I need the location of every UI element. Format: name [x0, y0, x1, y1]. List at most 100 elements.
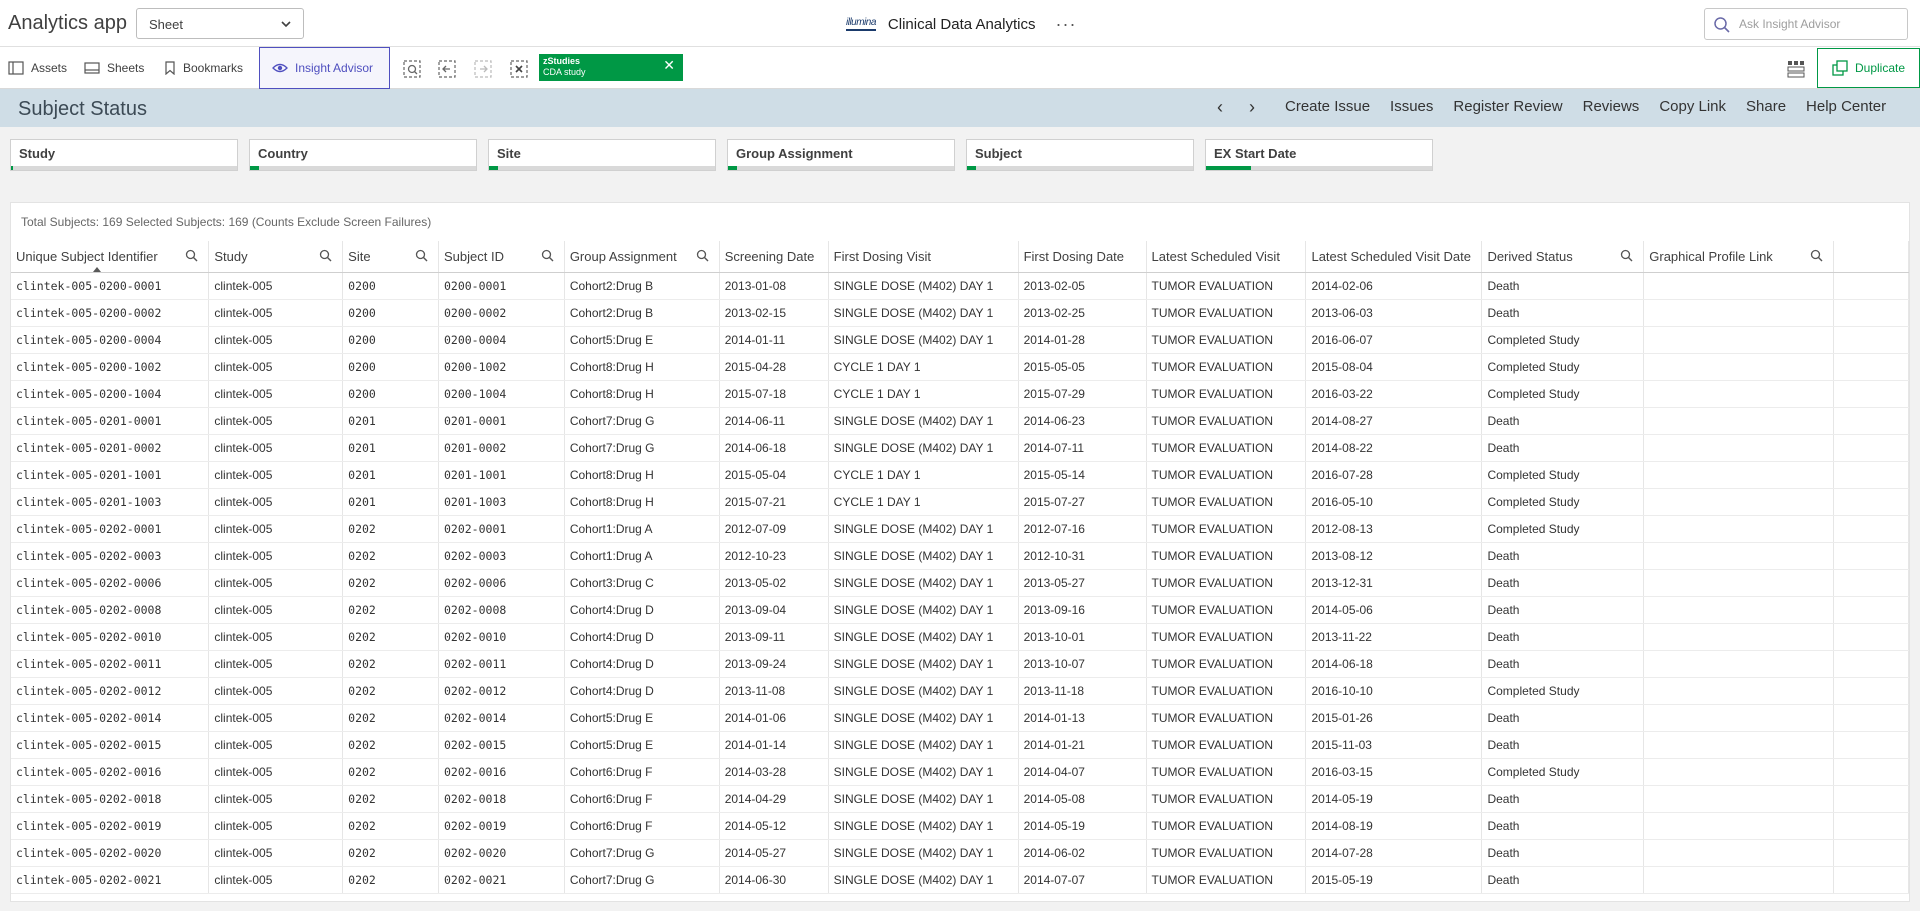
table-cell[interactable]: SINGLE DOSE (M402) DAY 1	[828, 326, 1019, 354]
table-cell[interactable]: 2014-07-07	[1018, 866, 1147, 894]
table-cell[interactable]: 2013-09-16	[1018, 596, 1147, 624]
table-cell[interactable]	[1643, 542, 1835, 570]
table-cell[interactable]: 2014-01-21	[1018, 731, 1147, 759]
table-cell[interactable]: TUMOR EVALUATION	[1146, 326, 1307, 354]
table-cell[interactable]: 2016-06-07	[1305, 326, 1483, 354]
table-cell[interactable]: 0202	[342, 542, 439, 570]
table-cell[interactable]: SINGLE DOSE (M402) DAY 1	[828, 407, 1019, 435]
table-cell[interactable]: Cohort2:Drug B	[564, 272, 720, 300]
reviews-link[interactable]: Reviews	[1583, 98, 1640, 115]
issues-link[interactable]: Issues	[1390, 98, 1433, 115]
table-cell[interactable]: 0201	[342, 434, 439, 462]
table-cell[interactable]: 0200	[342, 272, 439, 300]
table-cell[interactable]: 2015-05-19	[1305, 866, 1483, 894]
table-cell[interactable]: 2015-11-03	[1305, 731, 1483, 759]
table-cell[interactable]: 0202-0019	[438, 812, 565, 840]
table-cell[interactable]: 2014-07-28	[1305, 839, 1483, 867]
filter-ex-start-date[interactable]: EX Start Date	[1205, 139, 1433, 171]
table-cell[interactable]: CYCLE 1 DAY 1	[828, 488, 1019, 516]
table-row[interactable]: clintek-005-0201-1001 clintek-005 0201 0201…	[11, 461, 1909, 489]
table-row[interactable]: clintek-005-0200-1002 clintek-005 0200 0200…	[11, 353, 1909, 381]
table-cell[interactable]: 2012-10-23	[719, 542, 829, 570]
smart-search-icon[interactable]	[402, 59, 422, 79]
table-cell[interactable]	[1643, 272, 1835, 300]
table-cell[interactable]: SINGLE DOSE (M402) DAY 1	[828, 542, 1019, 570]
table-cell[interactable]: Cohort7:Drug G	[564, 434, 720, 462]
table-cell[interactable]: Death	[1481, 596, 1645, 624]
table-cell[interactable]: 2016-07-28	[1305, 461, 1483, 489]
table-cell[interactable]	[1643, 299, 1835, 327]
table-cell[interactable]: 0200-1004	[438, 380, 565, 408]
table-cell[interactable]: 2015-07-27	[1018, 488, 1147, 516]
selection-chip[interactable]: zStudies CDA study ✕	[539, 54, 683, 81]
table-cell[interactable]: 2015-05-14	[1018, 461, 1147, 489]
table-cell[interactable]: clintek-005-0202-0016	[11, 758, 210, 786]
table-cell[interactable]: clintek-005-0202-0019	[11, 812, 210, 840]
table-cell[interactable]: 2014-05-12	[719, 812, 829, 840]
table-cell[interactable]: Completed Study	[1481, 380, 1645, 408]
table-cell[interactable]: Death	[1481, 731, 1645, 759]
table-cell[interactable]: 2013-02-05	[1018, 272, 1147, 300]
app-title[interactable]: Analytics app	[8, 12, 127, 35]
table-cell[interactable]: clintek-005	[208, 596, 344, 624]
table-cell[interactable]: clintek-005-0202-0008	[11, 596, 210, 624]
table-cell[interactable]: 2013-01-08	[719, 272, 829, 300]
table-cell[interactable]: 0200	[342, 326, 439, 354]
table-cell[interactable]: 2012-07-09	[719, 515, 829, 543]
table-cell[interactable]: 2014-05-19	[1305, 785, 1483, 813]
filter-site[interactable]: Site	[488, 139, 716, 171]
table-cell[interactable]: 2015-08-04	[1305, 353, 1483, 381]
table-cell[interactable]: clintek-005-0202-0001	[11, 515, 210, 543]
table-cell[interactable]: TUMOR EVALUATION	[1146, 380, 1307, 408]
table-cell[interactable]: clintek-005	[208, 677, 344, 705]
table-cell[interactable]: Completed Study	[1481, 461, 1645, 489]
table-row[interactable]: clintek-005-0202-0010 clintek-005 0202 0202…	[11, 623, 1909, 651]
search-icon[interactable]	[696, 249, 709, 262]
column-header[interactable]: Unique Subject Identifier	[11, 241, 210, 273]
table-cell[interactable]: 2014-06-23	[1018, 407, 1147, 435]
table-row[interactable]: clintek-005-0202-0020 clintek-005 0202 0202…	[11, 839, 1909, 867]
table-cell[interactable]: clintek-005-0202-0011	[11, 650, 210, 678]
duplicate-button[interactable]: Duplicate	[1817, 48, 1920, 88]
table-cell[interactable]: 2014-08-19	[1305, 812, 1483, 840]
table-cell[interactable]: clintek-005	[208, 272, 344, 300]
more-options-icon[interactable]: ···	[1055, 14, 1076, 35]
search-icon[interactable]	[415, 249, 428, 262]
table-cell[interactable]: Cohort7:Drug G	[564, 407, 720, 435]
table-cell[interactable]: 2015-01-26	[1305, 704, 1483, 732]
table-cell[interactable]	[1643, 677, 1835, 705]
table-cell[interactable]: 2013-08-12	[1305, 542, 1483, 570]
table-cell[interactable]: TUMOR EVALUATION	[1146, 353, 1307, 381]
chevron-right-icon[interactable]: ›	[1249, 97, 1263, 117]
table-cell[interactable]: 0200	[342, 299, 439, 327]
table-cell[interactable]: Death	[1481, 272, 1645, 300]
table-cell[interactable]: 0202	[342, 623, 439, 651]
table-cell[interactable]	[1643, 434, 1835, 462]
table-cell[interactable]: clintek-005-0202-0014	[11, 704, 210, 732]
table-cell[interactable]: TUMOR EVALUATION	[1146, 515, 1307, 543]
table-cell[interactable]: 2016-03-15	[1305, 758, 1483, 786]
table-cell[interactable]: clintek-005	[208, 731, 344, 759]
table-cell[interactable]: clintek-005-0202-0010	[11, 623, 210, 651]
table-cell[interactable]: SINGLE DOSE (M402) DAY 1	[828, 758, 1019, 786]
insight-advisor-search[interactable]	[1704, 8, 1908, 40]
filter-country[interactable]: Country	[249, 139, 477, 171]
table-cell[interactable]: clintek-005-0201-0001	[11, 407, 210, 435]
clear-selections-icon[interactable]	[509, 59, 529, 79]
table-cell[interactable]	[1643, 461, 1835, 489]
table-cell[interactable]: TUMOR EVALUATION	[1146, 272, 1307, 300]
table-cell[interactable]: CYCLE 1 DAY 1	[828, 380, 1019, 408]
table-cell[interactable]: clintek-005-0200-0004	[11, 326, 210, 354]
table-cell[interactable]: 2014-05-06	[1305, 596, 1483, 624]
table-cell[interactable]: 2014-01-28	[1018, 326, 1147, 354]
table-cell[interactable]: 0202-0001	[438, 515, 565, 543]
table-cell[interactable]: 2014-01-13	[1018, 704, 1147, 732]
table-cell[interactable]: SINGLE DOSE (M402) DAY 1	[828, 866, 1019, 894]
table-row[interactable]: clintek-005-0202-0012 clintek-005 0202 0202…	[11, 677, 1909, 705]
table-cell[interactable]: Cohort5:Drug E	[564, 326, 720, 354]
table-cell[interactable]: Cohort6:Drug F	[564, 758, 720, 786]
table-cell[interactable]: 2015-07-21	[719, 488, 829, 516]
table-cell[interactable]: 0202	[342, 569, 439, 597]
table-cell[interactable]: Completed Study	[1481, 515, 1645, 543]
table-cell[interactable]: TUMOR EVALUATION	[1146, 812, 1307, 840]
